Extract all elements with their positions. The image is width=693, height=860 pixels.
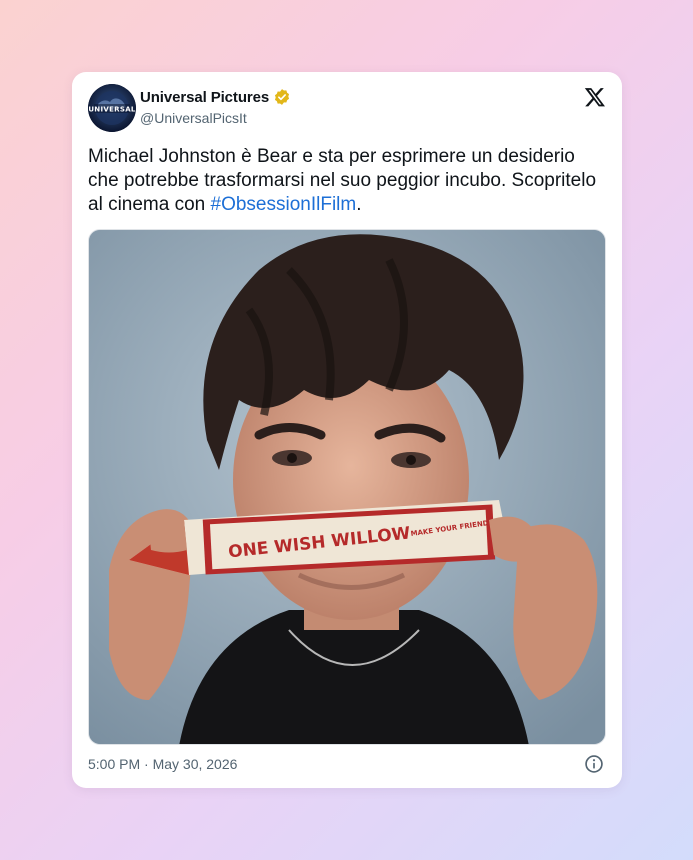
photo-man-holding-box: ONE WISH WILLOW MAKE YOUR FRIENDS! (89, 230, 605, 744)
hashtag-link[interactable]: #ObsessionIlFilm (211, 194, 357, 215)
account-handle[interactable]: @UniversalPicsIt (140, 110, 247, 126)
verified-badge-icon (275, 89, 290, 105)
tweet-card: UNIVERSAL Universal Pictures @UniversalP… (72, 72, 622, 788)
tweet-text-end: . (356, 194, 362, 215)
tweet-text: Michael Johnston è Bear e sta per esprim… (88, 145, 608, 217)
avatar-logo-text: UNIVERSAL (88, 106, 136, 114)
tweet-timestamp[interactable]: 5:00 PM · May 30, 2026 (88, 756, 237, 772)
display-name[interactable]: Universal Pictures (140, 89, 269, 106)
universal-logo-icon: UNIVERSAL (88, 84, 136, 132)
info-icon[interactable] (584, 754, 604, 774)
avatar[interactable]: UNIVERSAL (88, 84, 136, 132)
x-logo-icon[interactable] (584, 86, 606, 108)
account-name-row: Universal Pictures (140, 88, 291, 106)
tweet-media-image[interactable]: ONE WISH WILLOW MAKE YOUR FRIENDS! (88, 229, 606, 745)
